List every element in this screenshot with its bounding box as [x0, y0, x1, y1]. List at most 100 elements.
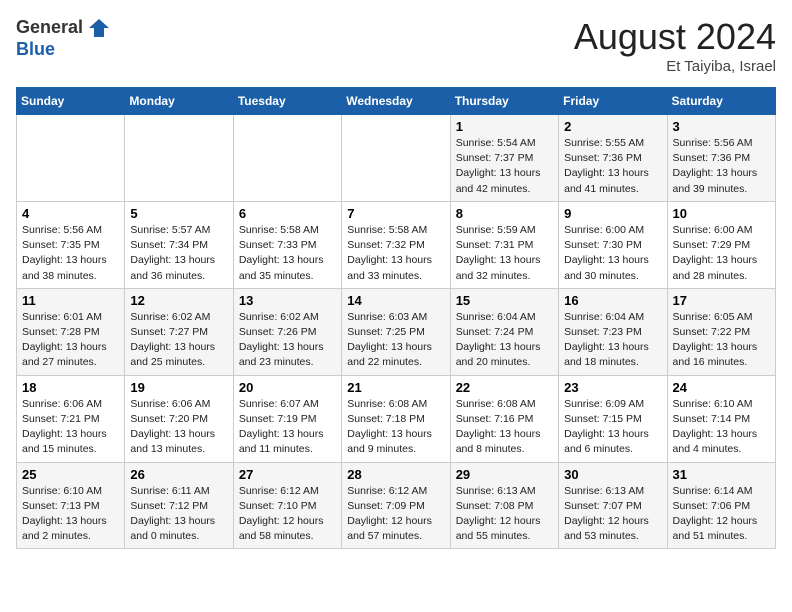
day-info: Sunrise: 6:06 AM Sunset: 7:20 PM Dayligh…: [130, 397, 227, 458]
day-number: 31: [673, 467, 770, 482]
logo-general-text: General: [16, 18, 83, 38]
logo-blue-text: Blue: [16, 40, 111, 60]
day-cell: 7Sunrise: 5:58 AM Sunset: 7:32 PM Daylig…: [342, 201, 450, 288]
day-cell: 2 Sunrise: 5:55 AM Sunset: 7:36 PM Daylig…: [559, 115, 667, 202]
day-info: Sunrise: 6:08 AM Sunset: 7:18 PM Dayligh…: [347, 397, 444, 458]
day-cell: [342, 115, 450, 202]
day-number: 25: [22, 467, 119, 482]
day-number: 3: [673, 119, 770, 134]
day-cell: 25 Sunrise: 6:10 AM Sunset: 7:13 PM Dayli…: [17, 462, 125, 549]
location: Et Taiyiba, Israel: [574, 58, 776, 75]
day-cell: 15 Sunrise: 6:04 AM Sunset: 7:24 PM Dayli…: [450, 288, 558, 375]
week-row-3: 18Sunrise: 6:06 AM Sunset: 7:21 PM Dayli…: [17, 375, 776, 462]
day-info: Sunrise: 6:03 AM Sunset: 7:25 PM Dayligh…: [347, 310, 444, 371]
day-cell: 14 Sunrise: 6:03 AM Sunset: 7:25 PM Dayli…: [342, 288, 450, 375]
day-number: 29: [456, 467, 553, 482]
day-cell: 9 Sunrise: 6:00 AM Sunset: 7:30 PM Daylig…: [559, 201, 667, 288]
day-cell: 19Sunrise: 6:06 AM Sunset: 7:20 PM Dayli…: [125, 375, 233, 462]
day-number: 8: [456, 206, 553, 221]
day-info: Sunrise: 6:04 AM Sunset: 7:24 PM Dayligh…: [456, 310, 553, 371]
day-number: 23: [564, 380, 661, 395]
day-info: Sunrise: 5:57 AM Sunset: 7:34 PM Dayligh…: [130, 223, 227, 284]
week-row-0: 1Sunrise: 5:54 AM Sunset: 7:37 PM Daylig…: [17, 115, 776, 202]
title-block: August 2024 Et Taiyiba, Israel: [574, 16, 776, 75]
day-info: Sunrise: 6:14 AM Sunset: 7:06 PM Dayligh…: [673, 484, 770, 545]
day-cell: [233, 115, 341, 202]
day-number: 15: [456, 293, 553, 308]
day-number: 6: [239, 206, 336, 221]
day-number: 13: [239, 293, 336, 308]
calendar-body: 1Sunrise: 5:54 AM Sunset: 7:37 PM Daylig…: [17, 115, 776, 549]
day-info: Sunrise: 6:02 AM Sunset: 7:27 PM Dayligh…: [130, 310, 227, 371]
day-number: 28: [347, 467, 444, 482]
day-info: Sunrise: 6:00 AM Sunset: 7:30 PM Dayligh…: [564, 223, 661, 284]
day-number: 24: [673, 380, 770, 395]
day-number: 9: [564, 206, 661, 221]
day-cell: 29 Sunrise: 6:13 AM Sunset: 7:08 PM Dayli…: [450, 462, 558, 549]
day-info: Sunrise: 6:11 AM Sunset: 7:12 PM Dayligh…: [130, 484, 227, 545]
day-cell: 24Sunrise: 6:10 AM Sunset: 7:14 PM Dayli…: [667, 375, 775, 462]
day-info: Sunrise: 6:00 AM Sunset: 7:29 PM Dayligh…: [673, 223, 770, 284]
header-cell-thursday: Thursday: [450, 88, 558, 115]
logo-icon: [87, 16, 111, 40]
day-cell: 31 Sunrise: 6:14 AM Sunset: 7:06 PM Dayli…: [667, 462, 775, 549]
day-info: Sunrise: 6:08 AM Sunset: 7:16 PM Dayligh…: [456, 397, 553, 458]
week-row-1: 4Sunrise: 5:56 AM Sunset: 7:35 PM Daylig…: [17, 201, 776, 288]
day-cell: 20 Sunrise: 6:07 AM Sunset: 7:19 PM Dayli…: [233, 375, 341, 462]
day-cell: 11Sunrise: 6:01 AM Sunset: 7:28 PM Dayli…: [17, 288, 125, 375]
day-info: Sunrise: 6:13 AM Sunset: 7:08 PM Dayligh…: [456, 484, 553, 545]
day-number: 10: [673, 206, 770, 221]
day-cell: 30 Sunrise: 6:13 AM Sunset: 7:07 PM Dayli…: [559, 462, 667, 549]
day-info: Sunrise: 6:04 AM Sunset: 7:23 PM Dayligh…: [564, 310, 661, 371]
day-cell: 13 Sunrise: 6:02 AM Sunset: 7:26 PM Dayli…: [233, 288, 341, 375]
day-cell: 5 Sunrise: 5:57 AM Sunset: 7:34 PM Daylig…: [125, 201, 233, 288]
day-info: Sunrise: 5:58 AM Sunset: 7:33 PM Dayligh…: [239, 223, 336, 284]
week-row-4: 25 Sunrise: 6:10 AM Sunset: 7:13 PM Dayli…: [17, 462, 776, 549]
day-cell: 18Sunrise: 6:06 AM Sunset: 7:21 PM Dayli…: [17, 375, 125, 462]
day-info: Sunrise: 5:59 AM Sunset: 7:31 PM Dayligh…: [456, 223, 553, 284]
day-cell: 12Sunrise: 6:02 AM Sunset: 7:27 PM Dayli…: [125, 288, 233, 375]
day-cell: 23Sunrise: 6:09 AM Sunset: 7:15 PM Dayli…: [559, 375, 667, 462]
day-cell: 16 Sunrise: 6:04 AM Sunset: 7:23 PM Dayli…: [559, 288, 667, 375]
day-number: 16: [564, 293, 661, 308]
day-info: Sunrise: 6:12 AM Sunset: 7:10 PM Dayligh…: [239, 484, 336, 545]
day-cell: 6 Sunrise: 5:58 AM Sunset: 7:33 PM Daylig…: [233, 201, 341, 288]
day-info: Sunrise: 6:02 AM Sunset: 7:26 PM Dayligh…: [239, 310, 336, 371]
day-number: 2: [564, 119, 661, 134]
day-info: Sunrise: 6:05 AM Sunset: 7:22 PM Dayligh…: [673, 310, 770, 371]
day-number: 20: [239, 380, 336, 395]
day-info: Sunrise: 6:10 AM Sunset: 7:13 PM Dayligh…: [22, 484, 119, 545]
page-header: General Blue August 2024 Et Taiyiba, Isr…: [16, 16, 776, 75]
day-cell: [125, 115, 233, 202]
day-cell: 21 Sunrise: 6:08 AM Sunset: 7:18 PM Dayli…: [342, 375, 450, 462]
day-info: Sunrise: 6:06 AM Sunset: 7:21 PM Dayligh…: [22, 397, 119, 458]
header-cell-tuesday: Tuesday: [233, 88, 341, 115]
day-number: 14: [347, 293, 444, 308]
day-number: 21: [347, 380, 444, 395]
day-cell: 28Sunrise: 6:12 AM Sunset: 7:09 PM Dayli…: [342, 462, 450, 549]
header-cell-saturday: Saturday: [667, 88, 775, 115]
day-info: Sunrise: 6:13 AM Sunset: 7:07 PM Dayligh…: [564, 484, 661, 545]
day-info: Sunrise: 6:07 AM Sunset: 7:19 PM Dayligh…: [239, 397, 336, 458]
day-number: 17: [673, 293, 770, 308]
day-number: 5: [130, 206, 227, 221]
day-cell: 17 Sunrise: 6:05 AM Sunset: 7:22 PM Dayli…: [667, 288, 775, 375]
day-number: 30: [564, 467, 661, 482]
day-info: Sunrise: 5:56 AM Sunset: 7:35 PM Dayligh…: [22, 223, 119, 284]
calendar-header: SundayMondayTuesdayWednesdayThursdayFrid…: [17, 88, 776, 115]
day-number: 26: [130, 467, 227, 482]
day-cell: 8 Sunrise: 5:59 AM Sunset: 7:31 PM Daylig…: [450, 201, 558, 288]
header-cell-monday: Monday: [125, 88, 233, 115]
week-row-2: 11Sunrise: 6:01 AM Sunset: 7:28 PM Dayli…: [17, 288, 776, 375]
day-cell: 27 Sunrise: 6:12 AM Sunset: 7:10 PM Dayli…: [233, 462, 341, 549]
day-info: Sunrise: 5:55 AM Sunset: 7:36 PM Dayligh…: [564, 136, 661, 197]
day-cell: [17, 115, 125, 202]
day-number: 27: [239, 467, 336, 482]
day-cell: 3Sunrise: 5:56 AM Sunset: 7:36 PM Daylig…: [667, 115, 775, 202]
header-cell-friday: Friday: [559, 88, 667, 115]
day-cell: 26 Sunrise: 6:11 AM Sunset: 7:12 PM Dayli…: [125, 462, 233, 549]
day-cell: 1Sunrise: 5:54 AM Sunset: 7:37 PM Daylig…: [450, 115, 558, 202]
day-info: Sunrise: 6:01 AM Sunset: 7:28 PM Dayligh…: [22, 310, 119, 371]
calendar-table: SundayMondayTuesdayWednesdayThursdayFrid…: [16, 87, 776, 549]
logo: General Blue: [16, 16, 111, 60]
